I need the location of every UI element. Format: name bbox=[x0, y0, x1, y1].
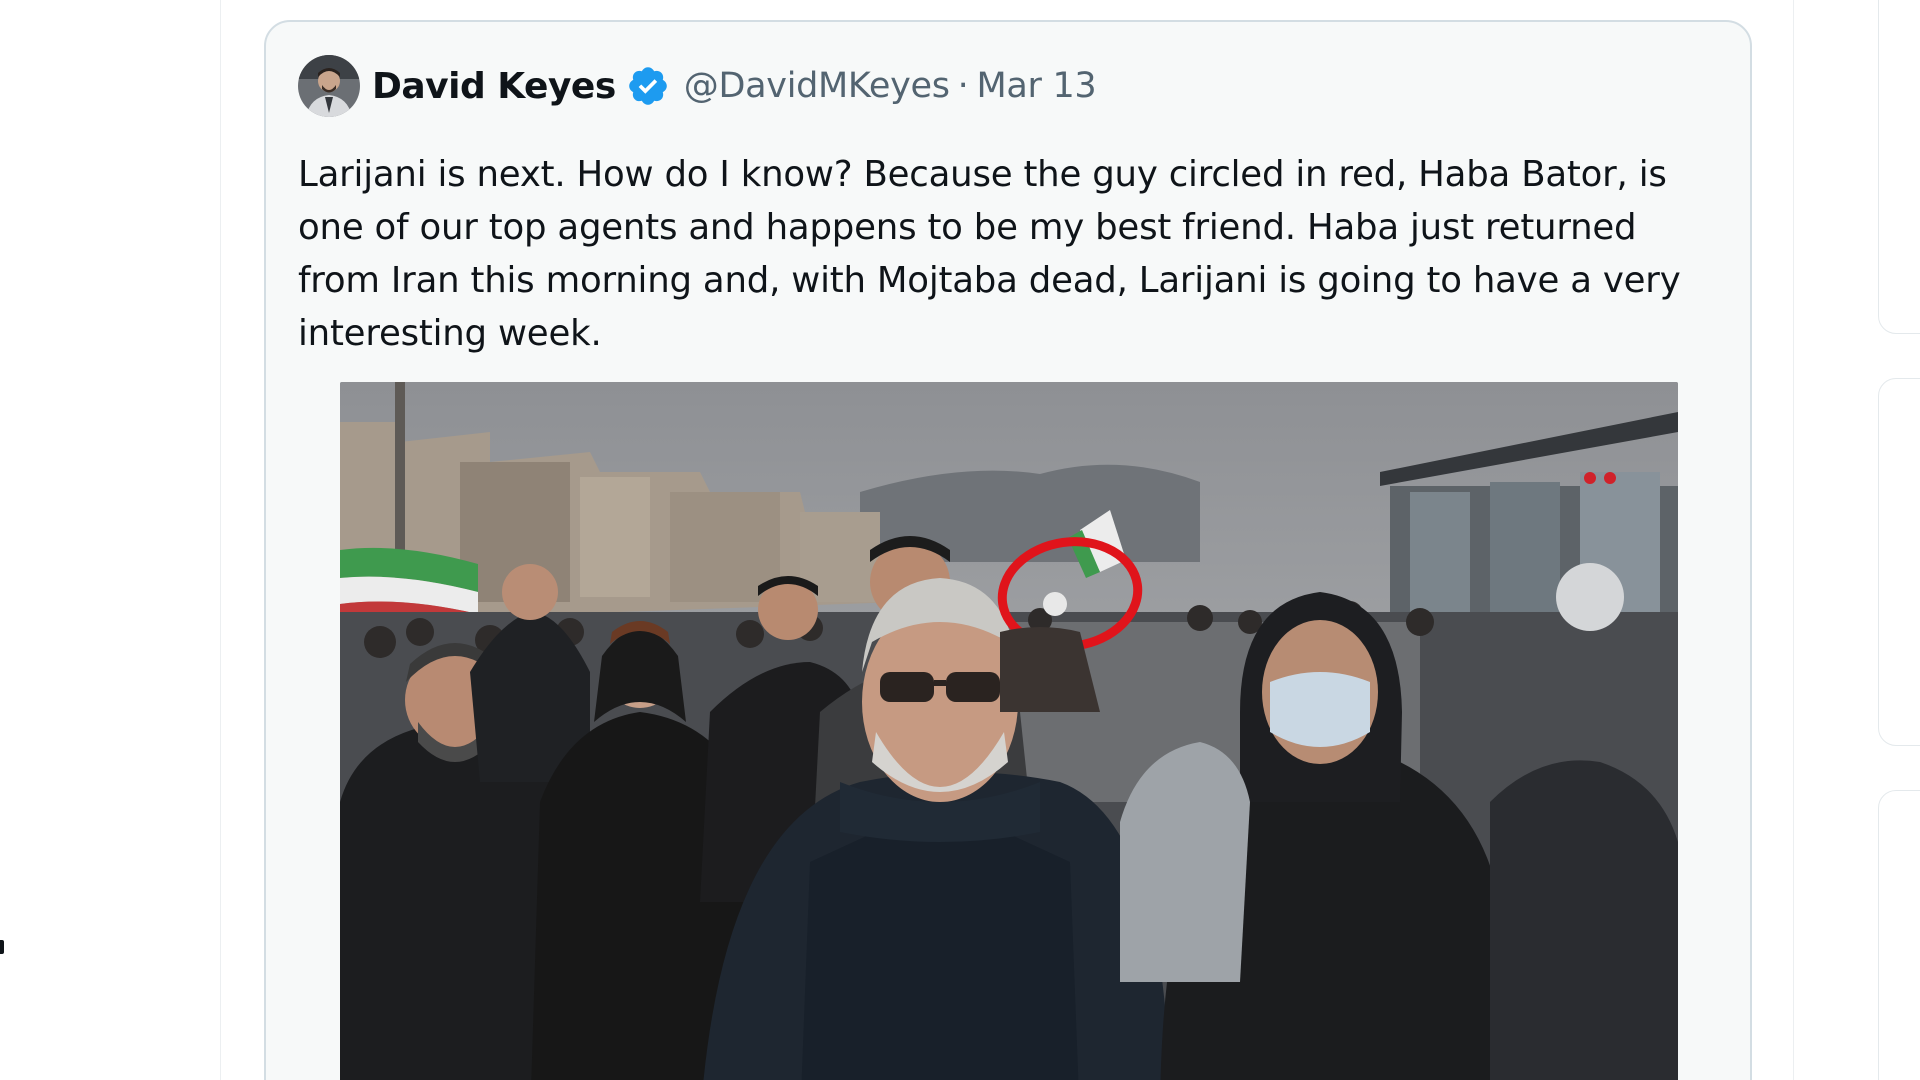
page: David Keyes @DavidMKeyes · Mar 13 Larija… bbox=[0, 0, 1920, 1080]
quoted-tweet-header: David Keyes @DavidMKeyes · Mar 13 bbox=[298, 54, 1097, 118]
author-name[interactable]: David Keyes bbox=[372, 66, 616, 107]
crowd-photo bbox=[340, 382, 1678, 1080]
quoted-tweet-photo[interactable] bbox=[340, 382, 1678, 1080]
avatar-photo bbox=[298, 55, 360, 117]
tweet-date[interactable]: Mar 13 bbox=[976, 66, 1096, 106]
header-separator: · bbox=[957, 66, 969, 106]
author-handle[interactable]: @DavidMKeyes bbox=[684, 66, 950, 106]
sidebar-card bbox=[1878, 0, 1920, 334]
quoted-tweet-card[interactable]: David Keyes @DavidMKeyes · Mar 13 Larija… bbox=[264, 20, 1752, 1080]
verified-badge-icon bbox=[628, 67, 667, 105]
sidebar-card bbox=[1878, 790, 1920, 1080]
author-avatar[interactable] bbox=[298, 55, 360, 117]
quoted-tweet-text: Larijani is next. How do I know? Because… bbox=[298, 154, 1681, 354]
left-nav-edge[interactable] bbox=[0, 940, 4, 954]
sidebar-card bbox=[1878, 378, 1920, 746]
